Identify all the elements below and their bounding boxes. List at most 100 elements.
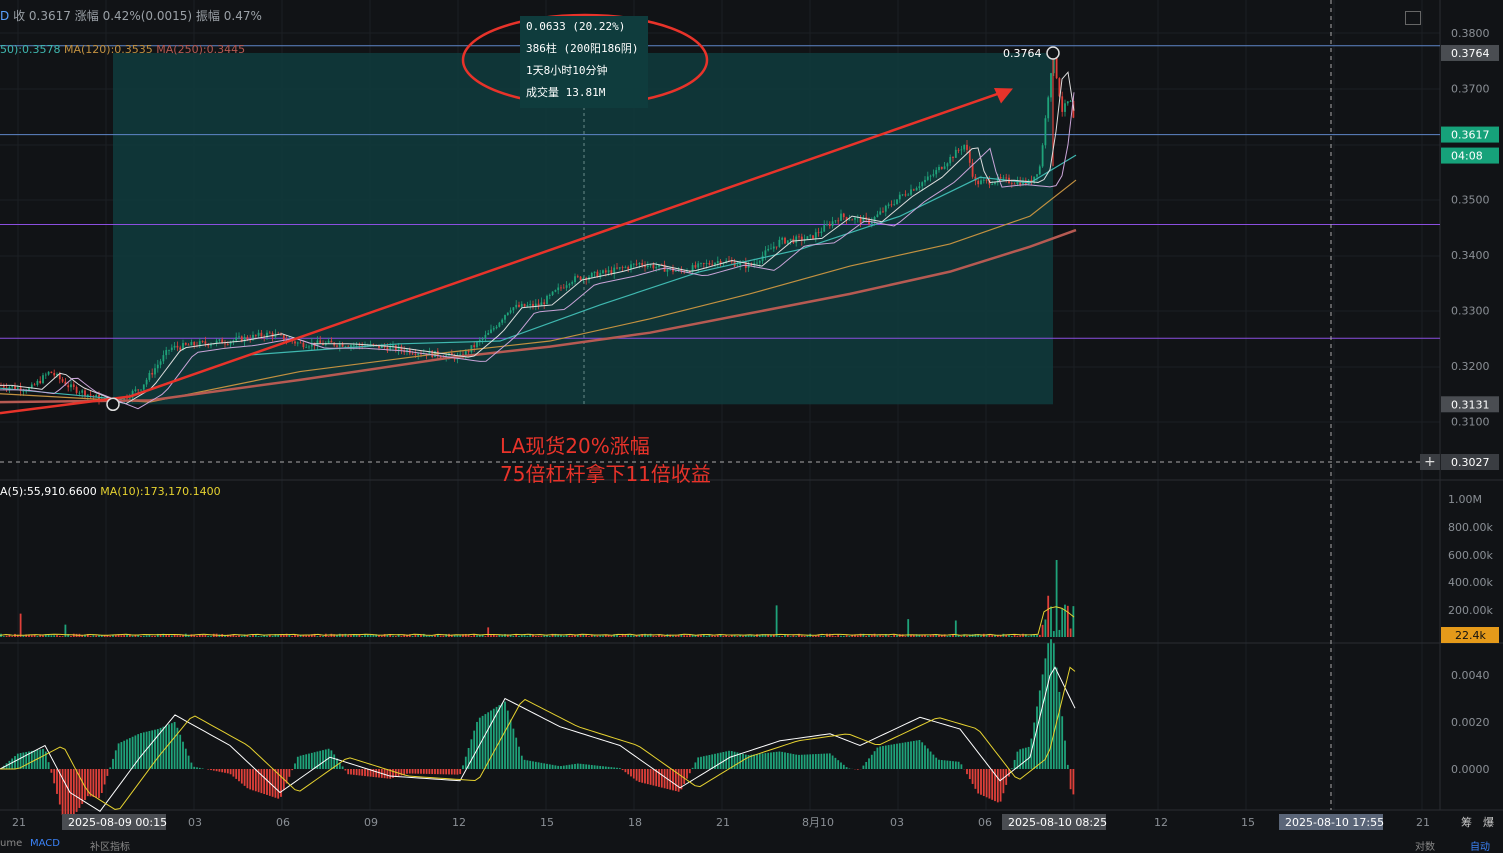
macd-bar <box>163 727 165 769</box>
time-right-label-0: 筹 <box>1461 815 1472 829</box>
candle-body <box>95 395 97 397</box>
macd-bar <box>815 754 817 769</box>
macd-bar <box>605 767 607 769</box>
macd-bar <box>193 767 195 769</box>
macd-bar <box>633 769 635 779</box>
macd-bar <box>437 769 439 774</box>
macd-bar <box>924 745 926 769</box>
trading-chart[interactable]: 0.37640.38000.37000.35000.34000.33000.32… <box>0 0 1503 850</box>
macd-bar <box>583 764 585 769</box>
candle-body <box>555 290 557 292</box>
macd-bar <box>997 769 999 802</box>
macd-bar <box>345 769 347 770</box>
candle-body <box>655 267 657 268</box>
price-tick-6: 0.3100 <box>1451 416 1490 429</box>
candle-body <box>37 381 39 385</box>
macd-bar <box>557 766 559 769</box>
macd-bar <box>913 741 915 769</box>
log-toggle[interactable]: 对数 <box>1415 838 1435 853</box>
candle-body <box>913 189 915 190</box>
macd-bar <box>121 742 123 769</box>
macd-bar <box>143 732 145 769</box>
macd-bar <box>669 769 671 790</box>
volume-bar <box>714 636 716 637</box>
candle-body <box>373 344 375 345</box>
candle-body <box>515 305 517 307</box>
macd-bar <box>585 764 587 769</box>
volume-bar <box>1073 606 1075 637</box>
macd-bar <box>300 756 302 769</box>
volume-bar <box>602 636 604 637</box>
volume-bar <box>395 636 397 637</box>
candle-body <box>916 188 918 190</box>
volume-bar <box>549 636 551 637</box>
volume-bar <box>62 636 64 637</box>
macd-tick-0: 0.0040 <box>1451 669 1490 682</box>
candle-body <box>653 265 655 269</box>
auto-toggle[interactable]: 自动 <box>1470 838 1490 853</box>
candle-body <box>179 348 181 350</box>
macd-bar <box>1064 741 1066 769</box>
volume-bar <box>700 635 702 637</box>
volume-bar <box>381 636 383 637</box>
candle-body <box>1050 73 1052 97</box>
macd-bar <box>515 738 517 769</box>
macd-bar <box>650 769 652 785</box>
macd-bar <box>734 752 736 769</box>
candle-body <box>938 167 940 170</box>
volume-bar <box>1042 625 1044 637</box>
volume-bar <box>513 636 515 637</box>
volume-bar <box>599 636 601 637</box>
fullscreen-icon[interactable] <box>1405 11 1421 25</box>
macd-bar <box>224 769 226 773</box>
candle-body <box>191 342 193 345</box>
volume-bar <box>728 636 730 637</box>
macd-bar <box>101 769 103 793</box>
volume-bar <box>966 636 968 637</box>
volume-bar <box>440 636 442 637</box>
tab-macd[interactable]: MACD <box>30 838 60 849</box>
macd-bar <box>706 756 708 769</box>
tab-volume[interactable]: ume <box>0 838 22 849</box>
candle-body <box>577 276 579 277</box>
candle-body <box>902 194 904 195</box>
macd-bar <box>879 746 881 769</box>
time-tick-13: 21 <box>1416 816 1430 829</box>
macd-bar <box>39 749 41 769</box>
candle-body <box>135 389 137 391</box>
candle-body <box>1005 178 1007 179</box>
volume-bar <box>487 627 489 637</box>
macd-bar <box>916 740 918 769</box>
candle-body <box>219 339 221 340</box>
macd-bar <box>742 754 744 769</box>
volume-current-tag: 22.4k <box>1455 629 1486 642</box>
macd-bar <box>532 761 534 769</box>
tab-indicators[interactable]: 补区指标 <box>90 838 130 853</box>
candle-body <box>205 341 207 343</box>
volume-bar <box>255 635 257 637</box>
macd-bar <box>14 756 16 769</box>
candle-body <box>308 347 310 348</box>
macd-bar <box>297 757 299 769</box>
price-tick-3: 0.3400 <box>1451 249 1490 262</box>
volume-bar <box>655 636 657 637</box>
volume-bar <box>1008 635 1010 637</box>
candle-body <box>765 250 767 255</box>
macd-bar <box>56 769 58 794</box>
volume-bar <box>793 635 795 637</box>
time-tick-1: 03 <box>188 816 202 829</box>
macd-bar <box>308 754 310 769</box>
volume-bar <box>1028 636 1030 637</box>
macd-bar <box>683 769 685 784</box>
macd-bar <box>728 751 730 769</box>
candle-body <box>910 189 912 194</box>
macd-bar <box>823 754 825 769</box>
volume-bar <box>154 636 156 637</box>
macd-bar <box>48 762 50 769</box>
macd-bar <box>983 769 985 796</box>
macd-bar <box>409 769 411 774</box>
volume-bar <box>921 636 923 637</box>
price-tick-5: 0.3200 <box>1451 360 1490 373</box>
macd-bar <box>809 754 811 769</box>
high-price-label: 0.3764 <box>1003 47 1042 60</box>
